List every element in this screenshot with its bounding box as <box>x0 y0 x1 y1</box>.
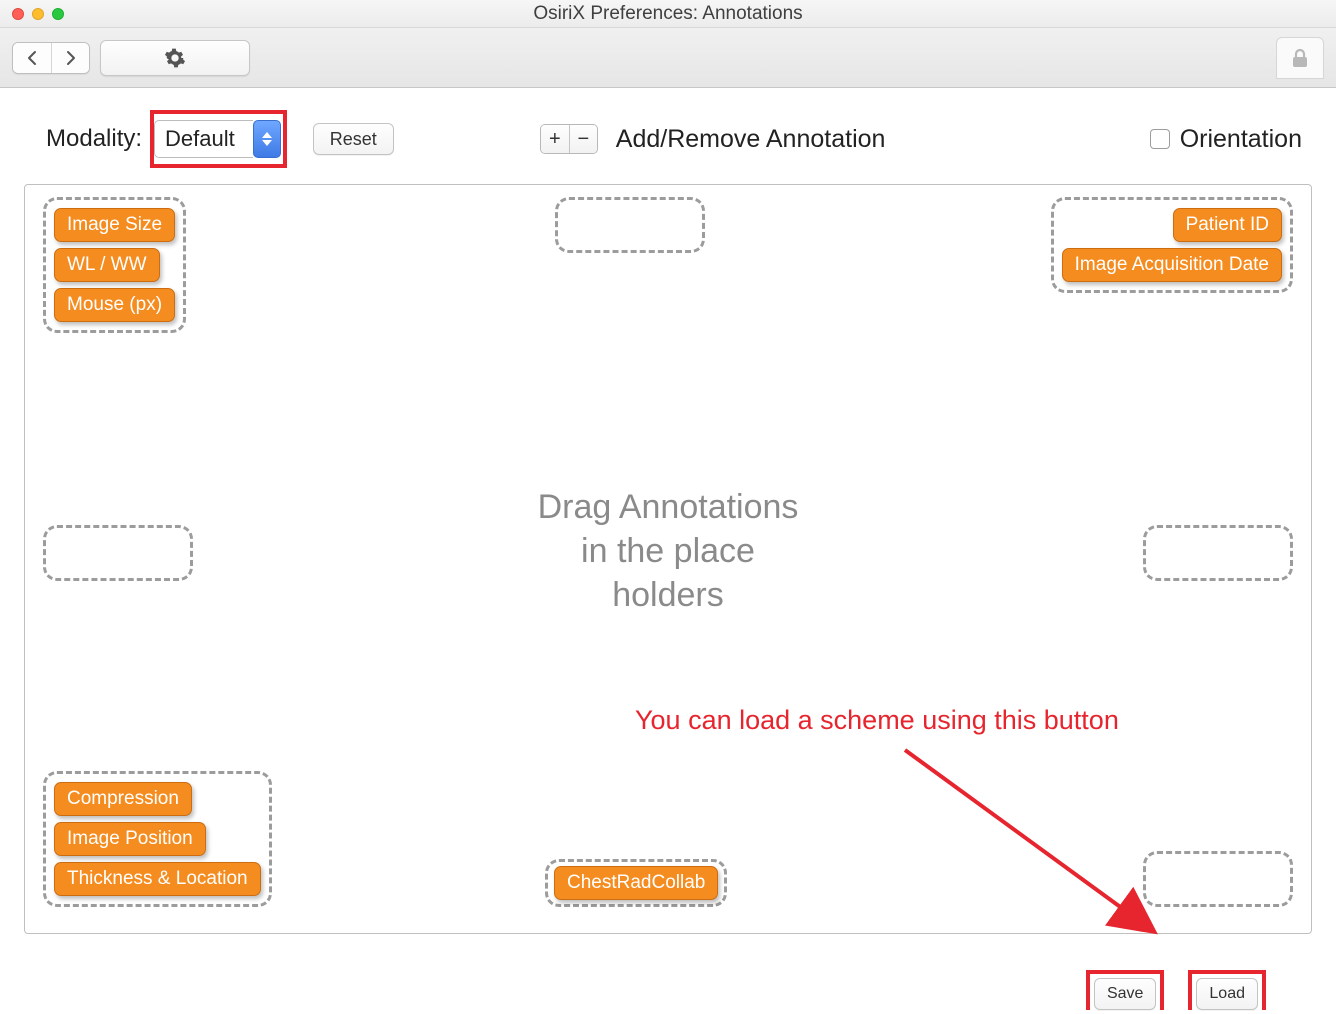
annotation-tag[interactable]: Patient ID <box>1173 208 1282 242</box>
callout-text: You can load a scheme using this button <box>635 705 1119 736</box>
highlight-load: Load <box>1188 970 1266 1010</box>
modality-label: Modality: <box>46 125 142 153</box>
annotation-tag[interactable]: Image Position <box>54 822 206 856</box>
save-button[interactable]: Save <box>1094 978 1156 1010</box>
zoom-window-button[interactable] <box>52 8 64 20</box>
back-button[interactable] <box>13 43 51 73</box>
lock-icon <box>1291 48 1309 68</box>
annotation-tag[interactable]: Mouse (px) <box>54 288 175 322</box>
orientation-checkbox[interactable] <box>1150 129 1170 149</box>
dropzone-bottom-center[interactable]: ChestRadCollab <box>545 859 727 907</box>
gear-icon <box>164 47 186 69</box>
orientation-option: Orientation <box>1150 125 1302 154</box>
dropzone-top-center[interactable] <box>555 197 705 253</box>
highlight-modality: Default <box>150 110 287 168</box>
annotation-tag[interactable]: ChestRadCollab <box>554 866 718 900</box>
gear-button[interactable] <box>100 40 250 76</box>
dropzone-mid-right[interactable] <box>1143 525 1293 581</box>
toolbar <box>0 28 1336 88</box>
remove-annotation-button[interactable]: − <box>569 125 597 153</box>
bottom-buttons: Save Load <box>1086 970 1266 1010</box>
load-button[interactable]: Load <box>1196 978 1258 1010</box>
dropzone-top-left[interactable]: Image Size WL / WW Mouse (px) <box>43 197 186 333</box>
controls-row: Modality: Default Reset + − Add/Remove A… <box>0 88 1336 178</box>
canvas-placeholder-text: Drag Annotations in the place holders <box>25 485 1311 618</box>
add-remove-stepper: + − <box>540 124 598 154</box>
chevron-right-icon <box>65 50 77 66</box>
chevron-left-icon <box>26 50 38 66</box>
forward-button[interactable] <box>51 43 89 73</box>
close-window-button[interactable] <box>12 8 24 20</box>
dropzone-top-right[interactable]: Patient ID Image Acquisition Date <box>1051 197 1293 293</box>
dropzone-bottom-right[interactable] <box>1143 851 1293 907</box>
modality-select-value[interactable]: Default <box>154 120 253 158</box>
add-annotation-button[interactable]: + <box>541 125 569 153</box>
chevron-down-icon <box>262 140 272 146</box>
annotation-tag[interactable]: Compression <box>54 782 192 816</box>
orientation-label: Orientation <box>1180 125 1302 154</box>
annotation-tag[interactable]: Thickness & Location <box>54 862 261 896</box>
titlebar: OsiriX Preferences: Annotations <box>0 0 1336 28</box>
callout-arrow <box>895 740 1185 940</box>
minimize-window-button[interactable] <box>32 8 44 20</box>
reset-button[interactable]: Reset <box>313 123 394 155</box>
lock-button[interactable] <box>1276 37 1324 79</box>
annotation-tag[interactable]: WL / WW <box>54 248 160 282</box>
traffic-lights <box>0 8 64 20</box>
nav-group <box>12 42 90 74</box>
modality-select-stepper[interactable] <box>253 120 281 158</box>
add-remove-label: Add/Remove Annotation <box>616 125 886 154</box>
annotation-tag[interactable]: Image Size <box>54 208 175 242</box>
highlight-save: Save <box>1086 970 1164 1010</box>
window-title: OsiriX Preferences: Annotations <box>0 3 1336 25</box>
chevron-up-icon <box>262 132 272 138</box>
annotation-canvas[interactable]: Image Size WL / WW Mouse (px) Patient ID… <box>24 184 1312 934</box>
dropzone-mid-left[interactable] <box>43 525 193 581</box>
dropzone-bottom-left[interactable]: Compression Image Position Thickness & L… <box>43 771 272 907</box>
annotation-tag[interactable]: Image Acquisition Date <box>1062 248 1282 282</box>
